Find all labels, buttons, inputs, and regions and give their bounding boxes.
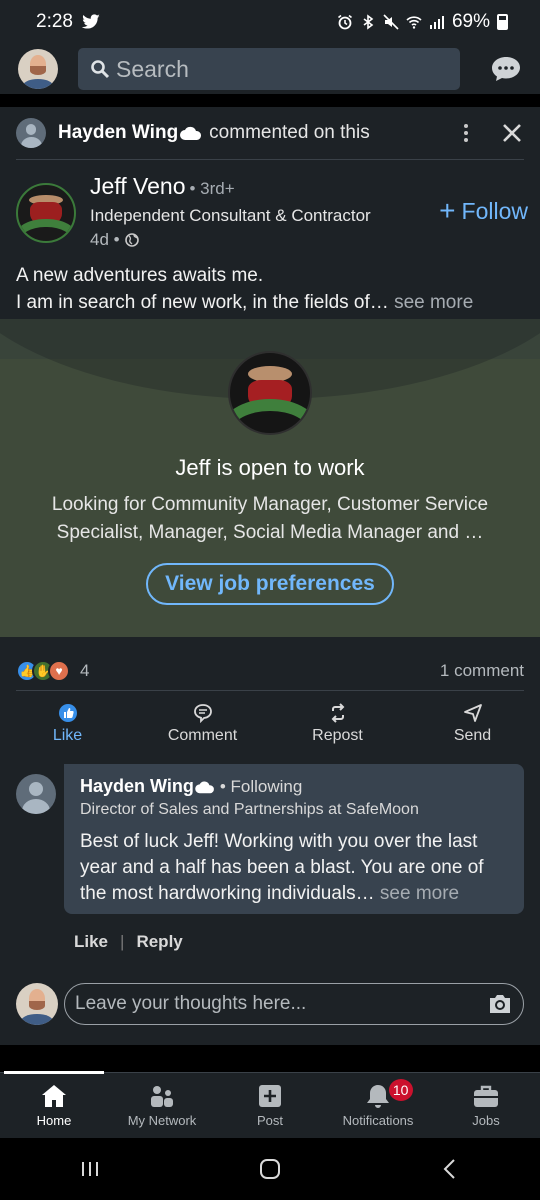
like-button[interactable]: Like bbox=[0, 699, 135, 749]
open-to-work-banner: Jeff is open to work Looking for Communi… bbox=[0, 319, 540, 637]
search-icon bbox=[91, 60, 110, 79]
post-icon bbox=[259, 1085, 281, 1107]
context-action: commented on this bbox=[209, 122, 370, 143]
nav-notifications[interactable]: 10 Notifications bbox=[324, 1073, 432, 1138]
system-navigation-bar bbox=[0, 1138, 540, 1200]
recent-apps-icon[interactable] bbox=[78, 1157, 102, 1181]
nav-home[interactable]: Home bbox=[0, 1073, 108, 1138]
comment-author-avatar[interactable] bbox=[16, 774, 56, 814]
twitter-icon bbox=[81, 14, 100, 29]
plus-icon: + bbox=[439, 195, 456, 226]
globe-icon bbox=[124, 233, 139, 247]
comment-icon bbox=[193, 704, 212, 723]
follow-button[interactable]: + Follow bbox=[439, 197, 528, 225]
author-headline: Independent Consultant & Contractor bbox=[90, 206, 371, 225]
comment-see-more-link[interactable]: see more bbox=[380, 883, 459, 904]
love-reaction-icon: ♥ bbox=[48, 659, 70, 682]
battery-icon bbox=[497, 14, 508, 30]
comment-actions: Like | Reply bbox=[0, 929, 540, 955]
home-icon bbox=[42, 1085, 66, 1107]
post-meta: 4d • bbox=[90, 230, 139, 250]
cloud-emoji-icon bbox=[195, 781, 214, 793]
status-bar: 2:28 69% bbox=[0, 0, 540, 44]
profile-avatar[interactable] bbox=[18, 49, 58, 89]
top-bar: Search bbox=[0, 44, 540, 94]
post-actions: Like Comment Repost Send bbox=[0, 699, 540, 749]
search-input[interactable]: Search bbox=[78, 48, 460, 90]
wifi-icon bbox=[406, 16, 422, 29]
status-time: 2:28 bbox=[36, 11, 73, 32]
repost-icon bbox=[331, 703, 344, 723]
view-job-preferences-button[interactable]: View job preferences bbox=[146, 563, 394, 605]
see-more-link[interactable]: see more bbox=[394, 292, 473, 313]
mute-icon bbox=[383, 14, 399, 30]
bottom-navigation: Home My Network Post 10 Notifications Jo… bbox=[0, 1071, 540, 1138]
my-network-icon bbox=[151, 1086, 173, 1107]
reaction-count[interactable]: 4 bbox=[80, 661, 89, 681]
comment-like-button[interactable]: Like bbox=[74, 932, 108, 952]
close-icon[interactable] bbox=[500, 121, 524, 145]
composer-avatar bbox=[16, 983, 58, 1025]
comment-input-placeholder: Leave your thoughts here... bbox=[75, 993, 307, 1014]
post-line-1: A new adventures awaits me. bbox=[16, 265, 264, 286]
post-line-2: I am in search of new work, in the field… bbox=[16, 292, 389, 313]
comment-author-headline: Director of Sales and Partnerships at Sa… bbox=[80, 801, 419, 818]
search-placeholder: Search bbox=[116, 55, 189, 82]
home-system-icon[interactable] bbox=[258, 1157, 282, 1181]
more-options-icon[interactable] bbox=[454, 121, 478, 145]
context-name[interactable]: Hayden Wing bbox=[58, 122, 178, 144]
send-button[interactable]: Send bbox=[405, 699, 540, 749]
comment-reply-button[interactable]: Reply bbox=[136, 932, 182, 952]
reaction-icons[interactable]: 👍 ✋ ♥ bbox=[16, 659, 70, 682]
bluetooth-icon bbox=[363, 14, 374, 30]
comment-item: Hayden Wing • Following Director of Sale… bbox=[0, 764, 540, 914]
comment-author-relation: • Following bbox=[219, 776, 303, 796]
back-icon[interactable] bbox=[438, 1157, 462, 1181]
notifications-badge: 10 bbox=[386, 1077, 415, 1103]
nav-jobs[interactable]: Jobs bbox=[432, 1073, 540, 1138]
post-author: Jeff Veno • 3rd+ Independent Consultant &… bbox=[0, 173, 540, 253]
nav-post[interactable]: Post bbox=[216, 1073, 324, 1138]
cloud-emoji-icon bbox=[180, 126, 202, 140]
post-age: 4d • bbox=[90, 230, 120, 249]
post-text: A new adventures awaits me. I am in sear… bbox=[0, 262, 540, 316]
jobs-icon bbox=[474, 1085, 498, 1107]
status-icons: 69% bbox=[337, 11, 508, 33]
repost-button[interactable]: Repost bbox=[270, 699, 405, 749]
camera-icon[interactable] bbox=[487, 993, 513, 1015]
comment-bubble: Hayden Wing • Following Director of Sale… bbox=[64, 764, 524, 914]
author-avatar[interactable] bbox=[16, 183, 76, 243]
post-context-header: Hayden Wing commented on this bbox=[16, 107, 524, 160]
open-to-work-description: Looking for Community Manager, Customer … bbox=[51, 494, 489, 543]
comment-button[interactable]: Comment bbox=[135, 699, 270, 749]
author-name[interactable]: Jeff Veno • 3rd+ bbox=[90, 173, 235, 200]
author-degree: • 3rd+ bbox=[189, 179, 235, 198]
divider: | bbox=[120, 932, 125, 951]
alarm-icon bbox=[337, 14, 352, 30]
social-counts: 👍 ✋ ♥ 4 1 comment bbox=[16, 651, 524, 691]
messaging-icon[interactable] bbox=[490, 55, 522, 83]
comment-input[interactable]: Leave your thoughts here... bbox=[64, 983, 524, 1025]
feed-post-card: Hayden Wing commented on this Jeff Veno •… bbox=[0, 107, 540, 1045]
nav-my-network[interactable]: My Network bbox=[108, 1073, 216, 1138]
comment-composer: Leave your thoughts here... bbox=[0, 983, 540, 1027]
comment-text: Best of luck Jeff! Working with you over… bbox=[80, 831, 484, 904]
signal-icon bbox=[429, 16, 444, 29]
like-icon bbox=[58, 704, 77, 722]
open-to-work-avatar[interactable] bbox=[228, 351, 312, 435]
comment-author-name[interactable]: Hayden Wing • Following bbox=[80, 776, 508, 797]
open-to-work-title: Jeff is open to work bbox=[175, 455, 365, 480]
commenter-avatar[interactable] bbox=[16, 118, 46, 148]
battery-percent: 69% bbox=[451, 11, 490, 32]
send-icon bbox=[463, 704, 482, 722]
comment-count[interactable]: 1 comment bbox=[440, 661, 524, 681]
